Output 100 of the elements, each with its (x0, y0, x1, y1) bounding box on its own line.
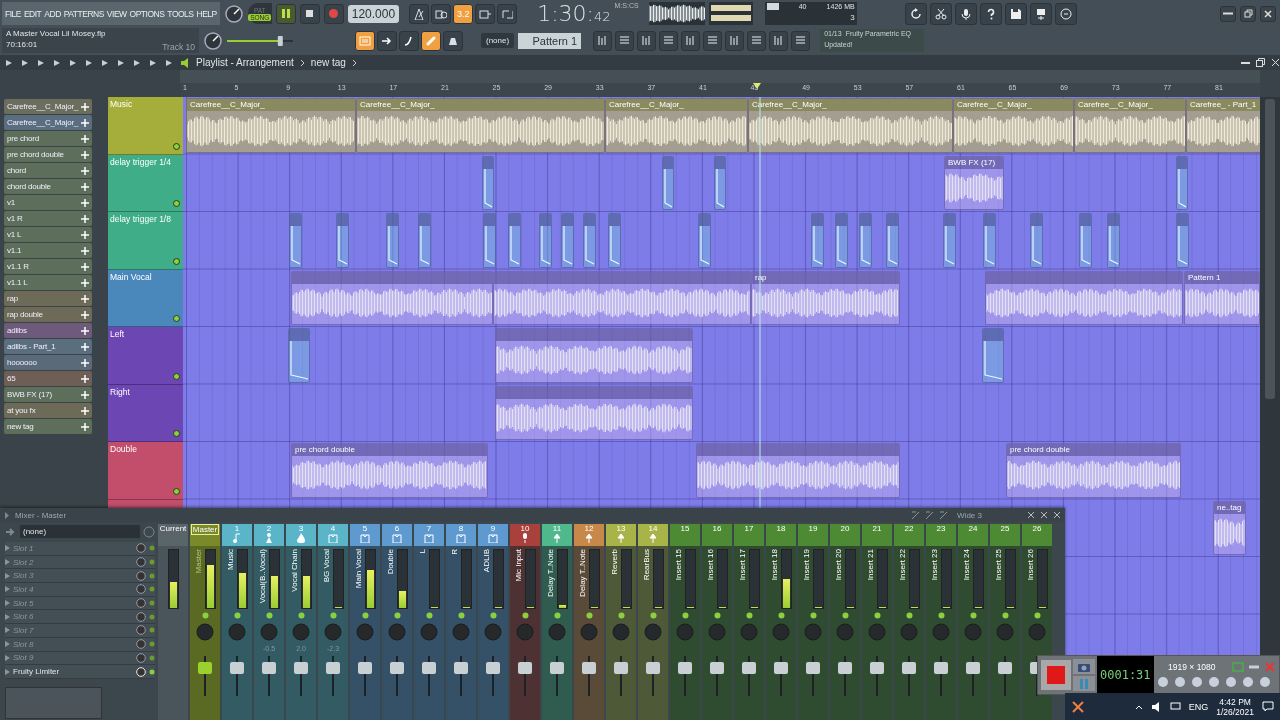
audio-clip[interactable]: Carefree_ - Part_1 (1186, 98, 1260, 153)
strip-header[interactable]: Master (190, 524, 220, 546)
menu-item[interactable]: FILE (5, 8, 21, 19)
strip-label: 20 (840, 524, 850, 533)
pattern-item[interactable]: chord (4, 163, 92, 178)
pattern-item[interactable]: new tag (4, 419, 92, 434)
pattern-item[interactable]: rap double (4, 307, 92, 322)
pattern-item[interactable]: v1 R (4, 211, 92, 226)
audio-clip[interactable]: rap (751, 270, 900, 325)
pattern-item[interactable]: Carefree__C_Major_ (4, 99, 92, 114)
track-header[interactable]: Double (108, 442, 183, 500)
pattern-clip[interactable]: Pattern 1 (1184, 270, 1260, 325)
strip-name: Double (386, 549, 395, 575)
track-header[interactable]: Left (108, 327, 183, 385)
pattern-selector[interactable]: Pattern 1 (518, 32, 582, 49)
strip-header[interactable]: 4 (318, 524, 348, 546)
menu-item[interactable]: HELP (196, 8, 217, 19)
strip-header[interactable]: 3 (286, 524, 316, 546)
track-header[interactable]: Right (108, 384, 183, 442)
audio-clip[interactable]: Carefree__C_Major_ (953, 98, 1074, 153)
audio-clip[interactable]: Carefree__C_Major_ (605, 98, 748, 153)
strip-header[interactable]: 10 (510, 524, 540, 546)
audio-clip[interactable]: pre chord double (291, 443, 488, 498)
pattern-item[interactable]: at you fx (4, 403, 92, 418)
view-label[interactable]: Wide 3 (957, 510, 982, 520)
audio-clip[interactable]: Carefree__C_Major_ (1074, 98, 1186, 153)
strip-header[interactable]: 11 (542, 524, 572, 546)
effect-slot[interactable]: Slot 4 (5, 583, 155, 597)
pattern-name: new tag (7, 422, 34, 431)
strip-label: 24 (968, 524, 978, 533)
strip-header[interactable]: 17 (734, 524, 764, 546)
track-header[interactable]: delay trigger 1/4 (108, 154, 183, 212)
preset-dropdown[interactable]: (none) (20, 525, 140, 538)
pattern-item[interactable]: v1.1 R (4, 259, 92, 274)
clip-label: pre chord double (295, 445, 356, 454)
strip-header[interactable]: 18 (766, 524, 796, 546)
pattern-item[interactable]: v1.1 (4, 243, 92, 258)
menu-item[interactable]: EDIT (23, 8, 42, 19)
strip-header[interactable]: 1 (222, 524, 252, 546)
effect-slot[interactable]: Slot 1 (5, 542, 155, 556)
language-indicator[interactable]: ENG (1188, 701, 1209, 712)
pattern-name: adlibs - Part_1 (7, 342, 56, 351)
clock-date: 1/26/2021 (1216, 706, 1254, 717)
window-title: Mixer - Master (15, 510, 67, 520)
track-header[interactable]: Music (108, 97, 183, 155)
strip-header[interactable]: 7 (414, 524, 444, 546)
menu-item[interactable]: VIEW (106, 8, 127, 19)
audio-clip[interactable]: ne..tag (1213, 500, 1246, 555)
audio-clip[interactable]: BWB FX (17) (944, 155, 1004, 210)
menu-item[interactable]: PATTERNS (63, 8, 104, 19)
audio-clip[interactable]: Carefree__C_Major_ (748, 98, 953, 153)
strip-header[interactable]: 16 (702, 524, 732, 546)
pattern-item[interactable]: 65 (4, 371, 92, 386)
strip-label: 18 (776, 524, 786, 533)
effect-slot[interactable]: Fruity Limiter (5, 665, 155, 679)
audio-clip[interactable]: pre chord double (1006, 443, 1181, 498)
track-header[interactable]: delay trigger 1/8 (108, 212, 183, 270)
strip-label: 12 (584, 524, 594, 533)
strip-name: Music (226, 549, 235, 570)
strip-header[interactable]: 23 (926, 524, 956, 546)
strip-header[interactable]: 2 (254, 524, 284, 546)
strip-header[interactable]: 5 (350, 524, 380, 546)
menu-item[interactable]: TOOLS (167, 8, 194, 19)
strip-header[interactable]: 25 (990, 524, 1020, 546)
strip-header[interactable]: 21 (862, 524, 892, 546)
pattern-item[interactable]: pre chord (4, 131, 92, 146)
pattern-item[interactable]: BWB FX (17) (4, 387, 92, 402)
menu-item[interactable]: OPTIONS (129, 8, 165, 19)
pattern-item[interactable]: adlibs (4, 323, 92, 338)
menu-item[interactable]: ADD (44, 8, 61, 19)
pattern-item[interactable]: v1 (4, 195, 92, 210)
channel-dropdown[interactable]: (none) (481, 33, 515, 48)
breadcrumb-link[interactable]: new tag (310, 57, 346, 68)
pattern-item[interactable]: Carefree__C_Major_ (4, 115, 92, 130)
pattern-item[interactable]: pre chord double (4, 147, 92, 162)
audio-clip[interactable]: Carefree__C_Major_ (356, 98, 605, 153)
strip-header[interactable]: 12 (574, 524, 604, 546)
strip-header[interactable]: 6 (382, 524, 412, 546)
strip-header[interactable]: 19 (798, 524, 828, 546)
strip-header[interactable]: 9 (478, 524, 508, 546)
pattern-item[interactable]: hoooooo (4, 355, 92, 370)
pattern-item[interactable]: adlibs - Part_1 (4, 339, 92, 354)
strip-header[interactable]: 24 (958, 524, 988, 546)
track-name: Left (110, 329, 125, 339)
song-time: 1:30:42 (537, 1, 611, 26)
strip-header[interactable]: 15 (670, 524, 700, 546)
strip-header[interactable]: 26 (1022, 524, 1052, 546)
clock[interactable]: 4:42 PM 1/26/2021 (1216, 696, 1254, 717)
track-header[interactable]: Main Vocal (108, 269, 183, 327)
slot-name: Slot 1 (13, 543, 35, 553)
strip-header[interactable]: 20 (830, 524, 860, 546)
pattern-item[interactable]: chord double (4, 179, 92, 194)
tempo-field[interactable]: 120.000 (347, 4, 400, 23)
strip-header[interactable]: 8 (446, 524, 476, 546)
pattern-item[interactable]: rap (4, 291, 92, 306)
pattern-item[interactable]: v1 L (4, 227, 92, 242)
strip-header[interactable]: Current (158, 524, 188, 546)
pattern-item[interactable]: v1.1 L (4, 275, 92, 290)
strip-header[interactable]: 22 (894, 524, 924, 546)
audio-clip[interactable]: Carefree__C_Major_ (186, 98, 356, 153)
